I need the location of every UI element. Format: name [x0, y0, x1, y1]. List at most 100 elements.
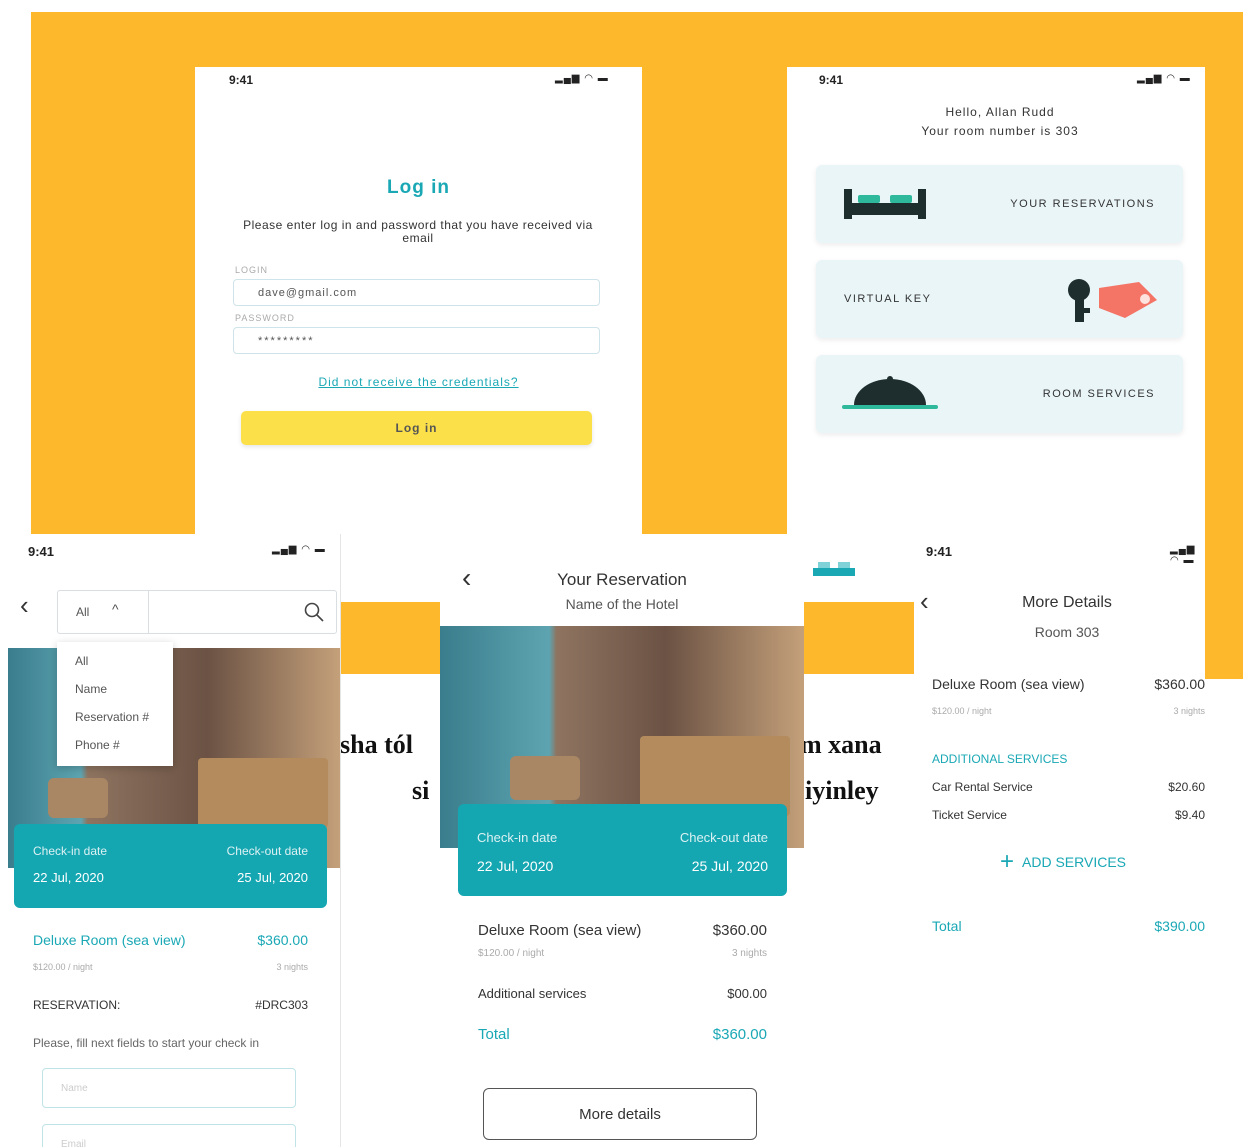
total-value: $360.00: [712, 1026, 767, 1043]
room-nights: 3 nights: [731, 948, 767, 959]
room-services-card[interactable]: ROOM SERVICES: [816, 355, 1183, 433]
plus-icon: +: [1000, 848, 1015, 875]
checkout-value: 25 Jul, 2020: [237, 870, 308, 885]
status-icons: ▂▄▆ ◠ ▬: [1137, 73, 1191, 84]
caption-fragment-left2: si: [412, 776, 430, 805]
login-instruction: Please enter log in and password that yo…: [243, 218, 593, 245]
checkin-label: Check-in date: [33, 844, 108, 858]
password-field-value: *********: [258, 334, 315, 347]
service-price: $20.60: [1168, 780, 1205, 794]
search-bar[interactable]: All ^: [57, 590, 337, 634]
checkin-value: 22 Jul, 2020: [477, 858, 554, 874]
name-field-placeholder: Name: [61, 1082, 88, 1094]
yellow-backdrop-mid-right: [804, 602, 914, 674]
reservation-screen: ‹ Your Reservation Name of the Hotel Che…: [440, 560, 804, 1147]
service-name: Ticket Service: [932, 808, 1007, 822]
login-button[interactable]: Log in: [241, 411, 592, 445]
reservation-title: Your Reservation: [557, 570, 687, 589]
additional-services-header: ADDITIONAL SERVICES: [932, 752, 1068, 766]
more-details-button[interactable]: More details: [483, 1088, 757, 1140]
add-services-button[interactable]: + ADD SERVICES: [1000, 848, 1127, 875]
room-rate: $120.00 / night: [33, 962, 93, 972]
greeting: Hello, Allan Rudd: [945, 105, 1055, 119]
room-nights: 3 nights: [276, 962, 308, 972]
room-nights: 3 nights: [1173, 706, 1205, 716]
status-time: 9:41: [229, 73, 254, 87]
dates-card: Check-in date 22 Jul, 2020 Check-out dat…: [458, 804, 787, 896]
virtual-key-card-label: VIRTUAL KEY: [844, 293, 932, 305]
room-name: Deluxe Room (sea view): [33, 932, 186, 948]
dropdown-option-reservation[interactable]: Reservation #: [75, 710, 149, 724]
caption-fragment-left: sha tól: [340, 730, 413, 759]
total-label: Total: [478, 1026, 510, 1043]
login-button-label: Log in: [395, 421, 438, 435]
checkin-hint: Please, fill next fields to start your c…: [33, 1036, 260, 1050]
additional-services-label: Additional services: [478, 986, 587, 1001]
name-field[interactable]: Name: [42, 1068, 296, 1108]
search-icon[interactable]: [304, 602, 324, 622]
yellow-backdrop-mid-left: [340, 602, 440, 674]
status-icons: ▂▄▆ ◠ ▬: [555, 73, 609, 84]
photo-armchair: [510, 756, 580, 800]
password-field-label: PASSWORD: [235, 313, 295, 323]
login-title: Log in: [387, 177, 450, 198]
key-icon: [1068, 279, 1157, 322]
bed-icon: [844, 189, 926, 219]
caption-fragment-right: m xana: [800, 730, 882, 759]
details-screen: 9:41 ▂▄▆ ◠ ▬ ‹ More Details Room 303 Del…: [914, 534, 1205, 1147]
password-field[interactable]: *********: [233, 327, 600, 354]
room-price: $360.00: [1154, 676, 1205, 692]
email-field-placeholder: Email: [61, 1138, 87, 1147]
service-name: Car Rental Service: [932, 780, 1033, 794]
home-screen: 9:41 ▂▄▆ ◠ ▬ Hello, Allan Rudd Your room…: [787, 67, 1205, 534]
virtual-key-card[interactable]: VIRTUAL KEY: [816, 260, 1183, 338]
credentials-link[interactable]: Did not receive the credentials?: [195, 375, 642, 389]
status-time: 9:41: [819, 73, 844, 87]
reservations-card-label: YOUR RESERVATIONS: [1010, 198, 1155, 210]
login-screen: 9:41 ▂▄▆ ◠ ▬ Log in Please enter log in …: [195, 67, 642, 534]
dates-card: Check-in date 22 Jul, 2020 Check-out dat…: [14, 824, 327, 908]
chevron-up-icon: ^: [112, 601, 119, 617]
email-field[interactable]: dave@gmail.com: [233, 279, 600, 306]
checkout-label: Check-out date: [226, 844, 308, 858]
room-number-line: Your room number is 303: [921, 124, 1079, 138]
details-title: More Details: [1022, 594, 1112, 611]
room-rate: $120.00 / night: [932, 706, 992, 716]
dropdown-option-name[interactable]: Name: [75, 682, 107, 696]
room-services-card-label: ROOM SERVICES: [1042, 388, 1155, 400]
yellow-backdrop-right-strip: [1205, 534, 1243, 679]
status-icons: ▂▄▆ ◠ ▬: [272, 544, 326, 555]
filter-select[interactable]: All ^: [58, 591, 149, 633]
photo-armchair: [48, 778, 108, 818]
more-details-button-label: More details: [579, 1105, 661, 1123]
dropdown-option-all[interactable]: All: [75, 654, 88, 668]
details-subtitle: Room 303: [1034, 624, 1100, 640]
room-name: Deluxe Room (sea view): [932, 676, 1085, 692]
bed-icon: [813, 562, 855, 576]
checkout-value: 25 Jul, 2020: [691, 858, 768, 874]
additional-services-value: $00.00: [727, 986, 767, 1001]
total-value: $390.00: [1154, 918, 1205, 934]
room-price: $360.00: [257, 932, 308, 948]
search-screen: 9:41 ▂▄▆ ◠ ▬ ‹ All ^ All Name Reservatio…: [0, 534, 341, 1147]
status-icons: ▂▄▆ ◠ ▬: [1170, 544, 1196, 566]
total-label: Total: [932, 918, 962, 934]
email-field[interactable]: Email: [42, 1124, 296, 1147]
status-time: 9:41: [926, 544, 953, 559]
status-time: 9:41: [28, 544, 55, 559]
back-icon[interactable]: ‹: [20, 590, 29, 621]
cloche-icon: [842, 376, 938, 409]
add-services-label: ADD SERVICES: [1022, 854, 1127, 870]
room-name: Deluxe Room (sea view): [478, 922, 642, 939]
email-field-value: dave@gmail.com: [258, 286, 358, 299]
checkin-label: Check-in date: [477, 830, 558, 845]
dropdown-option-phone[interactable]: Phone #: [75, 738, 120, 752]
checkout-label: Check-out date: [679, 830, 768, 845]
service-price: $9.40: [1174, 808, 1205, 822]
room-rate: $120.00 / night: [478, 948, 545, 959]
reservation-value: #DRC303: [255, 998, 308, 1012]
reservations-card[interactable]: YOUR RESERVATIONS: [816, 165, 1183, 243]
photo-bed: [198, 758, 328, 828]
hotel-name: Name of the Hotel: [565, 596, 679, 612]
reservation-label: RESERVATION:: [33, 998, 121, 1012]
